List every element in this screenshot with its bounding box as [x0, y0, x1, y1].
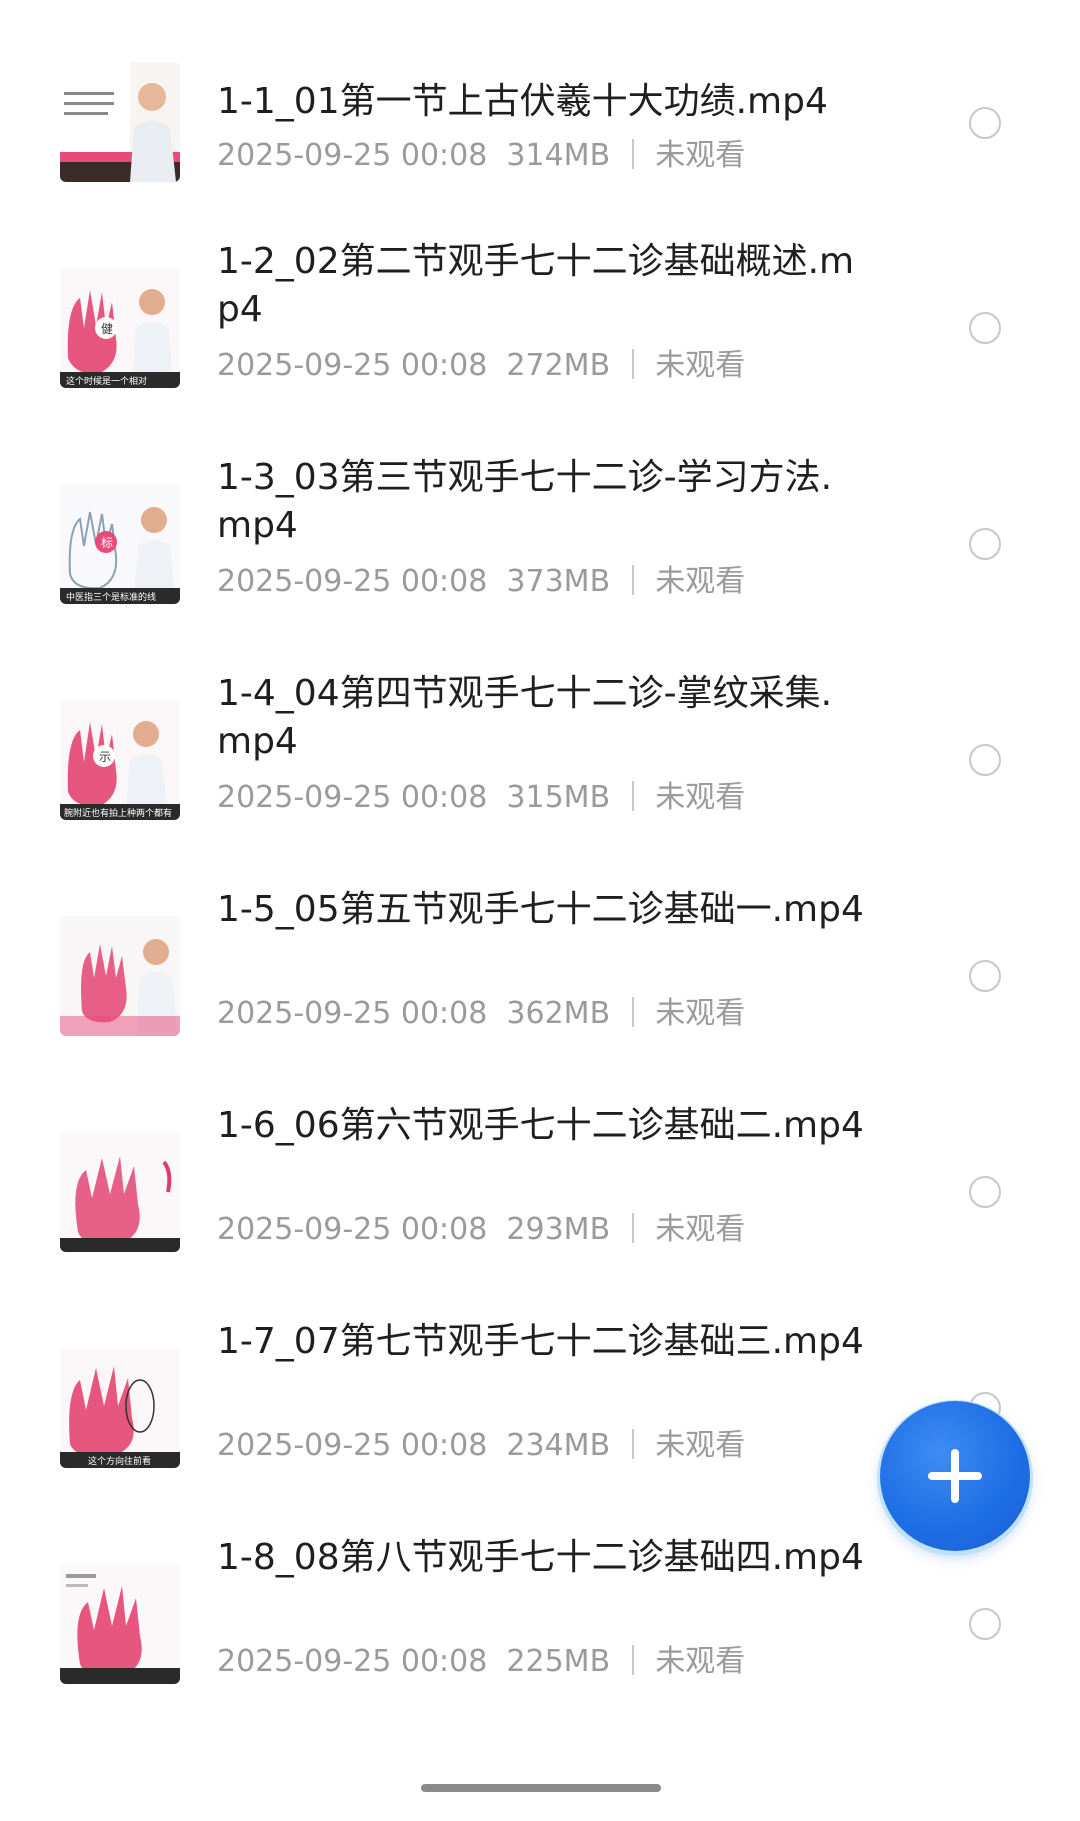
video-thumbnail: 示 腕附近也有拍上种两个都有: [60, 700, 180, 820]
thumb-caption: 腕附近也有拍上种两个都有: [64, 807, 172, 819]
video-thumbnail: [60, 1564, 180, 1684]
meta-divider: [631, 565, 634, 595]
video-status: 未观看: [655, 1644, 746, 1679]
video-list-item[interactable]: 1-5_05第五节观手七十二诊基础一.mp4 2025-09-25 00:08 …: [0, 858, 1080, 1058]
meta-divider: [631, 997, 634, 1027]
meta-divider: [631, 1213, 634, 1243]
select-radio[interactable]: [969, 1608, 1001, 1640]
video-size: 362MB: [506, 996, 611, 1031]
video-status: 未观看: [655, 1428, 746, 1463]
thumb-caption: 这个方向往前看: [88, 1455, 151, 1467]
select-radio[interactable]: [969, 744, 1001, 776]
meta-divider: [631, 1429, 634, 1459]
video-date: 2025-09-25 00:08: [217, 1212, 488, 1247]
thumb-char: 示: [99, 750, 111, 764]
video-list-item[interactable]: 1-6_06第六节观手七十二诊基础二.mp4 2025-09-25 00:08 …: [0, 1074, 1080, 1274]
video-meta: 2025-09-25 00:08 373MB 未观看: [217, 562, 745, 602]
video-thumbnail: [60, 1132, 180, 1252]
video-status: 未观看: [655, 138, 746, 173]
video-thumbnail: 标 中医指三个是标准的线: [60, 484, 180, 604]
select-radio[interactable]: [969, 528, 1001, 560]
add-button[interactable]: [880, 1401, 1030, 1551]
video-title: 1-5_05第五节观手七十二诊基础一.mp4: [217, 889, 864, 930]
video-size: 272MB: [506, 348, 611, 383]
thumb-caption: 这个时候是一个相对: [66, 375, 147, 387]
plus-icon: [951, 1449, 959, 1503]
video-list-item[interactable]: 健 这个时候是一个相对 1-2_02第二节观手七十二诊基础概述.mp4 2025…: [0, 210, 1080, 410]
video-size: 315MB: [506, 780, 611, 815]
thumb-caption: 中医指三个是标准的线: [66, 591, 156, 603]
video-list-item[interactable]: 示 腕附近也有拍上种两个都有 1-4_04第四节观手七十二诊-掌纹采集.mp4 …: [0, 642, 1080, 842]
thumb-char: 健: [101, 322, 113, 336]
video-title: 1-6_06第六节观手七十二诊基础二.mp4: [217, 1105, 864, 1146]
video-meta: 2025-09-25 00:08 314MB 未观看: [217, 136, 745, 176]
video-date: 2025-09-25 00:08: [217, 1428, 488, 1463]
meta-divider: [631, 349, 634, 379]
video-thumbnail: 这个方向往前看: [60, 1348, 180, 1468]
video-list-item[interactable]: 标 中医指三个是标准的线 1-3_03第三节观手七十二诊-学习方法.mp4 20…: [0, 426, 1080, 626]
video-size: 293MB: [506, 1212, 611, 1247]
video-list-item[interactable]: 1-1_01第一节上古伏羲十大功绩.mp4 2025-09-25 00:08 3…: [0, 0, 1080, 200]
thumb-char: 标: [101, 536, 113, 550]
video-title: 1-8_08第八节观手七十二诊基础四.mp4: [217, 1537, 864, 1578]
home-indicator[interactable]: [421, 1784, 661, 1792]
video-date: 2025-09-25 00:08: [217, 564, 488, 599]
video-meta: 2025-09-25 00:08 272MB 未观看: [217, 346, 745, 386]
video-status: 未观看: [655, 780, 746, 815]
meta-divider: [631, 1645, 634, 1675]
video-thumbnail: [60, 916, 180, 1036]
video-size: 373MB: [506, 564, 611, 599]
video-title: 1-7_07第七节观手七十二诊基础三.mp4: [217, 1321, 864, 1362]
video-meta: 2025-09-25 00:08 315MB 未观看: [217, 778, 745, 818]
meta-divider: [631, 781, 634, 811]
video-title: 1-3_03第三节观手七十二诊-学习方法.mp4: [217, 457, 833, 546]
video-title: 1-1_01第一节上古伏羲十大功绩.mp4: [217, 81, 828, 122]
video-date: 2025-09-25 00:08: [217, 780, 488, 815]
video-status: 未观看: [655, 1212, 746, 1247]
video-meta: 2025-09-25 00:08 234MB 未观看: [217, 1426, 745, 1466]
video-thumbnail: [60, 62, 180, 182]
video-meta: 2025-09-25 00:08 225MB 未观看: [217, 1642, 745, 1682]
video-status: 未观看: [655, 564, 746, 599]
video-title: 1-2_02第二节观手七十二诊基础概述.mp4: [217, 241, 855, 330]
video-title: 1-4_04第四节观手七十二诊-掌纹采集.mp4: [217, 673, 833, 762]
select-radio[interactable]: [969, 1176, 1001, 1208]
video-date: 2025-09-25 00:08: [217, 348, 488, 383]
video-size: 234MB: [506, 1428, 611, 1463]
video-date: 2025-09-25 00:08: [217, 1644, 488, 1679]
video-status: 未观看: [655, 348, 746, 383]
video-date: 2025-09-25 00:08: [217, 138, 488, 173]
video-meta: 2025-09-25 00:08 362MB 未观看: [217, 994, 745, 1034]
video-thumbnail: 健 这个时候是一个相对: [60, 268, 180, 388]
select-radio[interactable]: [969, 107, 1001, 139]
select-radio[interactable]: [969, 312, 1001, 344]
meta-divider: [631, 139, 634, 169]
video-date: 2025-09-25 00:08: [217, 996, 488, 1031]
video-meta: 2025-09-25 00:08 293MB 未观看: [217, 1210, 745, 1250]
video-size: 314MB: [506, 138, 611, 173]
video-size: 225MB: [506, 1644, 611, 1679]
video-status: 未观看: [655, 996, 746, 1031]
select-radio[interactable]: [969, 960, 1001, 992]
